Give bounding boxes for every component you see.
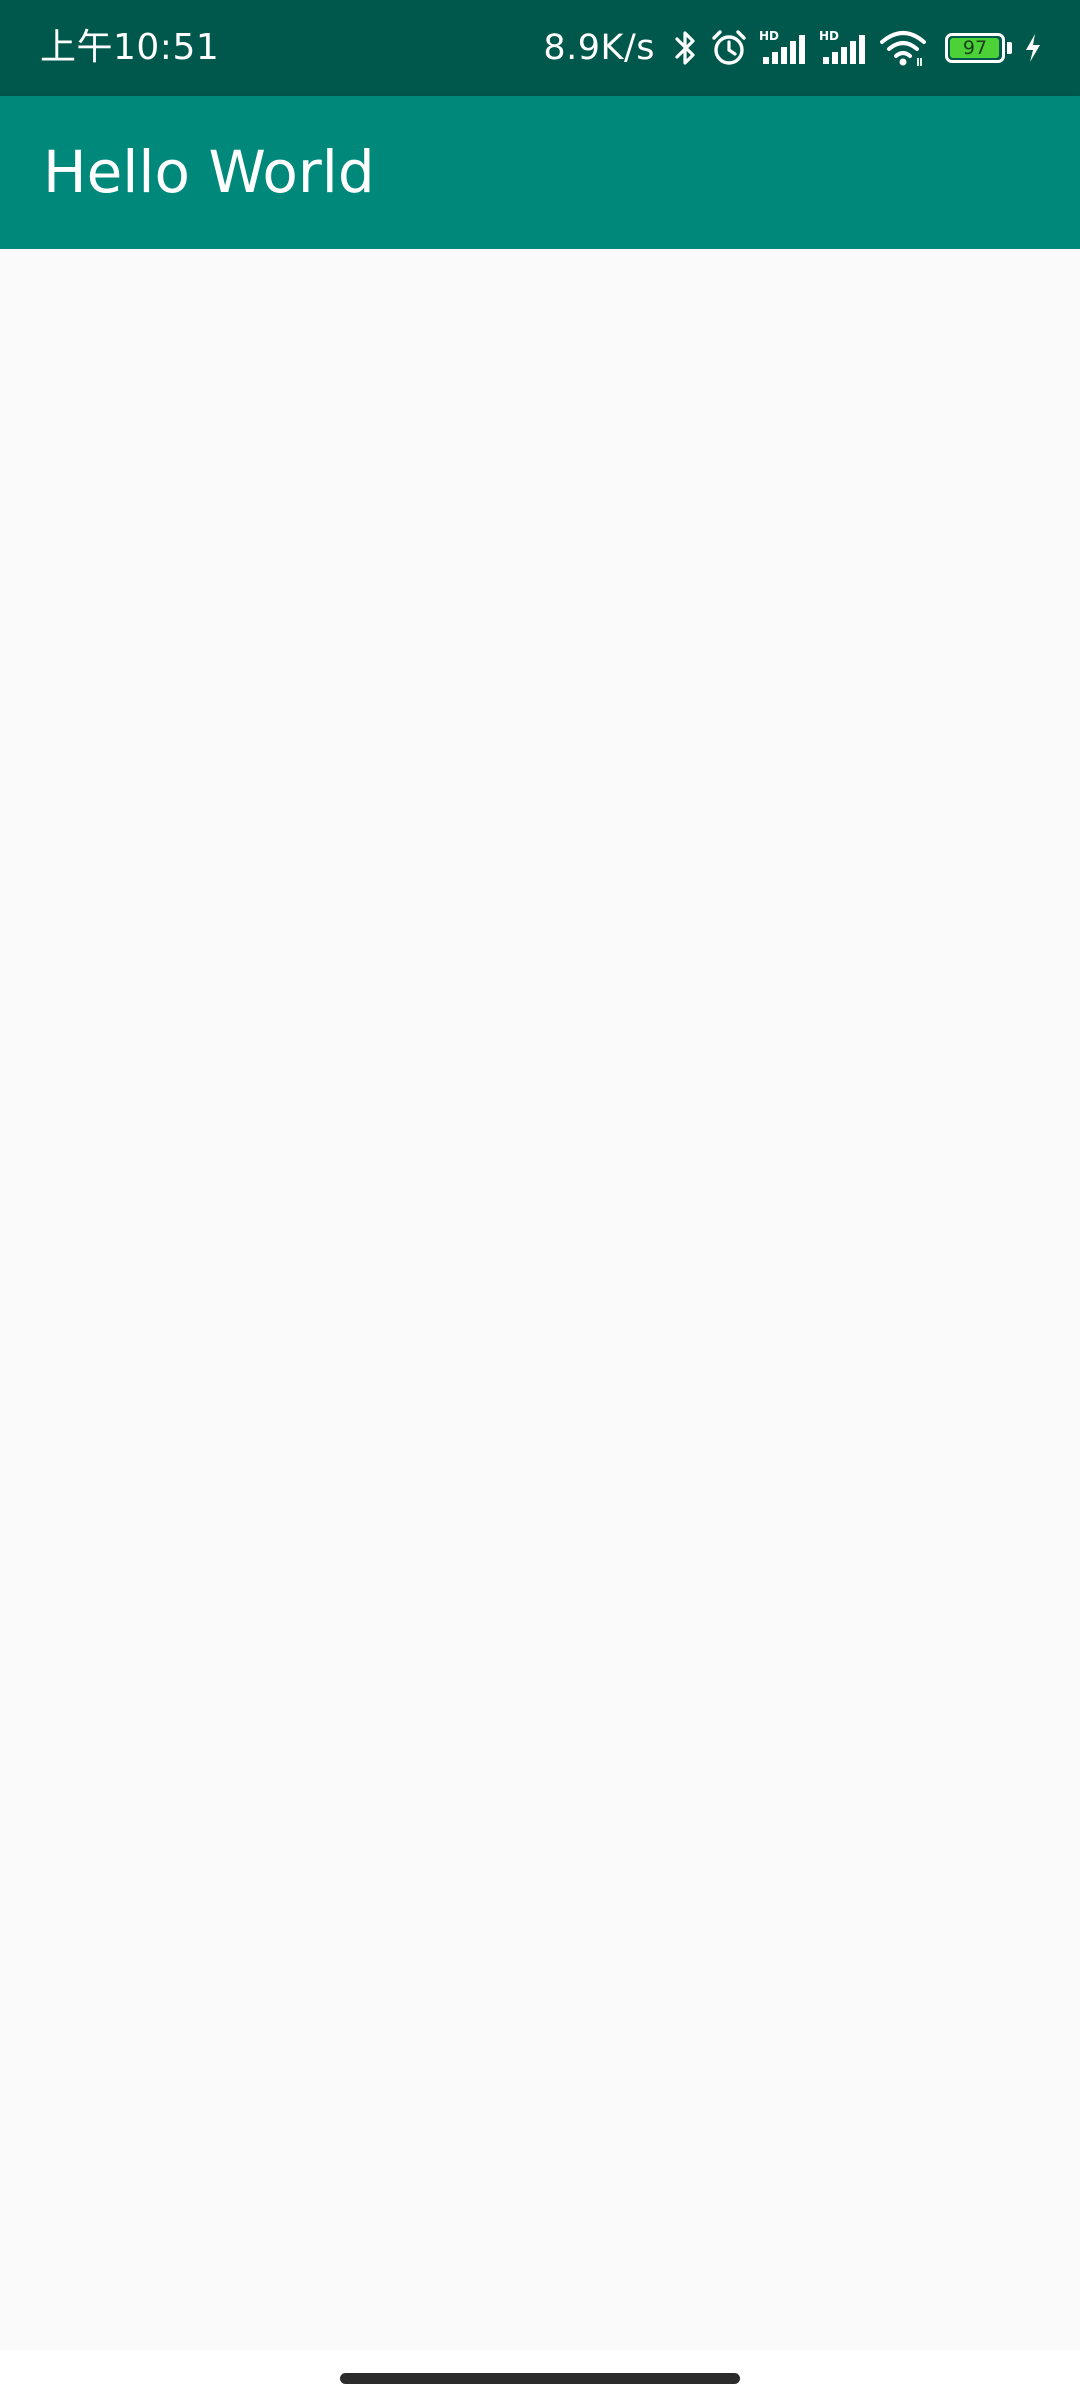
wifi-icon — [879, 28, 927, 68]
home-indicator[interactable] — [340, 2373, 740, 2384]
status-icons: 8.9K/s HD HD 97 — [543, 0, 1044, 96]
main-content — [0, 249, 1080, 2350]
app-title: Hello World — [43, 138, 375, 206]
signal-hd-label: HD — [759, 29, 779, 43]
bluetooth-icon — [673, 28, 699, 68]
status-time: 上午10:51 — [40, 27, 220, 68]
navigation-bar — [0, 2350, 1080, 2400]
app-bar: Hello World — [0, 96, 1080, 249]
hd-signal-icon: HD — [819, 28, 869, 68]
charging-icon — [1022, 28, 1044, 68]
screen: 上午10:51 8.9K/s HD HD 97 Hello World — [0, 0, 1080, 2400]
signal-hd-label: HD — [819, 29, 839, 43]
status-bar: 上午10:51 8.9K/s HD HD 97 — [0, 0, 1080, 96]
battery-tip — [1007, 42, 1012, 54]
alarm-icon — [709, 28, 749, 68]
battery-level: 97 — [962, 37, 988, 59]
network-speed: 8.9K/s — [543, 28, 655, 68]
battery-icon: 97 — [945, 33, 1005, 63]
hd-signal-icon: HD — [759, 28, 809, 68]
